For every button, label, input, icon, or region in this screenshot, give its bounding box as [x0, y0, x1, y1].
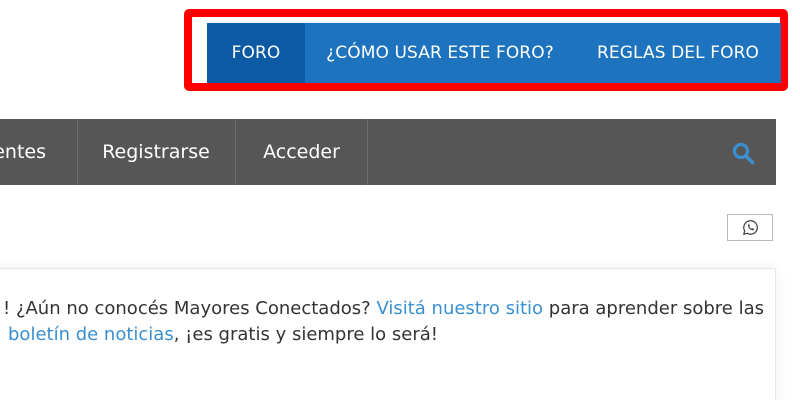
newsletter-link[interactable]: boletín de noticias	[8, 324, 174, 345]
main-navigation: entes Registrarse Acceder	[0, 119, 776, 185]
whatsapp-share-button[interactable]	[727, 214, 773, 241]
main-nav-label: entes	[0, 141, 46, 163]
top-nav-label: REGLAS DEL FORO	[597, 43, 759, 63]
main-nav-label: Registrarse	[102, 141, 210, 163]
main-nav-item-registrarse[interactable]: Registrarse	[77, 119, 235, 185]
notice-line: ! ¿Aún no conocés Mayores Conectados? Vi…	[3, 298, 764, 320]
visit-site-link[interactable]: Visitá nuestro sitio	[376, 298, 543, 319]
notice-text: , ¡es gratis y siempre lo será!	[173, 324, 438, 345]
whatsapp-icon	[742, 220, 758, 235]
welcome-notice: ! ¿Aún no conocés Mayores Conectados? Vi…	[0, 268, 776, 400]
search-icon[interactable]	[731, 141, 755, 165]
top-nav-label: FORO	[231, 43, 281, 63]
main-nav-label: Acceder	[263, 141, 340, 163]
main-nav-item-acceder[interactable]: Acceder	[236, 119, 367, 185]
top-navigation: FORO ¿CÓMO USAR ESTE FORO? REGLAS DEL FO…	[207, 23, 781, 83]
page: FORO ¿CÓMO USAR ESTE FORO? REGLAS DEL FO…	[0, 0, 800, 400]
top-nav-item-foro[interactable]: FORO	[207, 23, 305, 83]
top-nav-item-como-usar[interactable]: ¿CÓMO USAR ESTE FORO?	[305, 23, 575, 83]
top-nav-item-reglas[interactable]: REGLAS DEL FORO	[575, 23, 781, 83]
notice-text: para aprender sobre las	[543, 298, 764, 319]
notice-text: ! ¿Aún no conocés Mayores Conectados?	[3, 298, 377, 319]
top-nav-label: ¿CÓMO USAR ESTE FORO?	[326, 43, 554, 63]
main-nav-item-recientes[interactable]: entes	[0, 119, 77, 185]
nav-divider	[367, 119, 368, 185]
notice-line: boletín de noticias, ¡es gratis y siempr…	[8, 324, 438, 346]
